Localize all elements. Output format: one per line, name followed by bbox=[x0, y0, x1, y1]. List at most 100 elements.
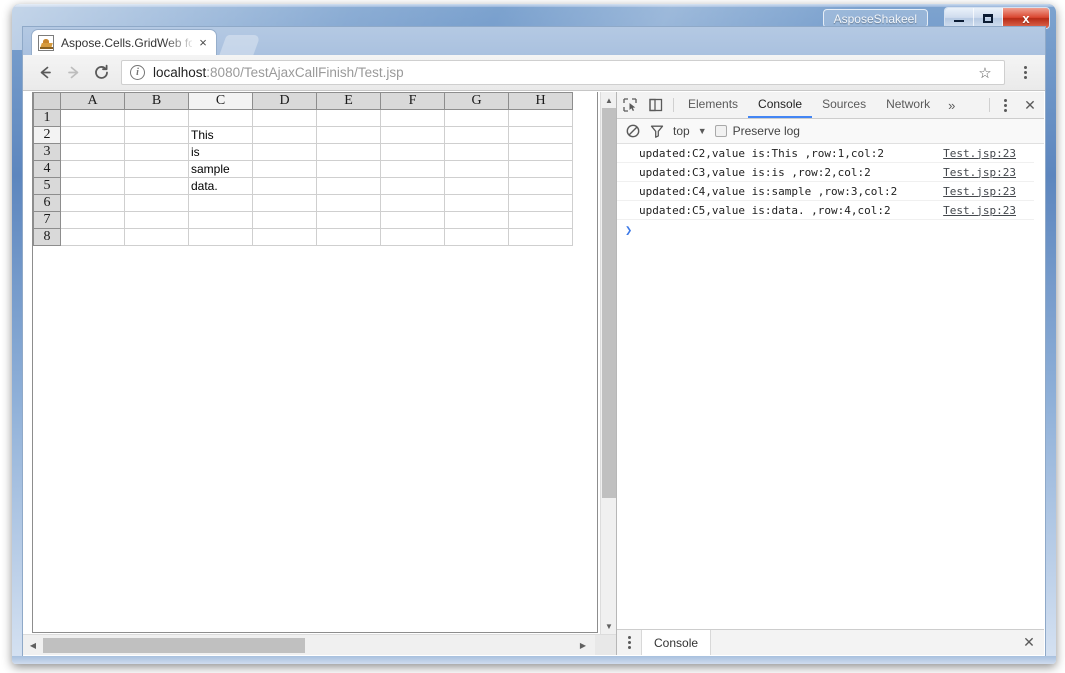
row-header-3[interactable]: 3 bbox=[33, 143, 61, 161]
cell-g4[interactable] bbox=[444, 160, 509, 178]
row-header-4[interactable]: 4 bbox=[33, 160, 61, 178]
cell-d7[interactable] bbox=[252, 211, 317, 229]
drawer-tab-console[interactable]: Console bbox=[641, 630, 712, 655]
console-log-area[interactable]: updated:C2,value is:This ,row:1,col:2 Te… bbox=[617, 144, 1044, 629]
cell-g7[interactable] bbox=[444, 211, 509, 229]
cell-b8[interactable] bbox=[124, 228, 189, 246]
tab-sources[interactable]: Sources bbox=[812, 92, 876, 118]
checkbox-box[interactable] bbox=[714, 125, 727, 137]
scroll-down-arrow-icon[interactable]: ▼ bbox=[601, 618, 616, 634]
address-bar[interactable]: i localhost:8080/TestAjaxCallFinish/Test… bbox=[121, 60, 1005, 85]
cell-c1[interactable] bbox=[188, 109, 253, 127]
cell-d6[interactable] bbox=[252, 194, 317, 212]
cell-b2[interactable] bbox=[124, 126, 189, 144]
column-header-h[interactable]: H bbox=[508, 92, 573, 110]
cell-d5[interactable] bbox=[252, 177, 317, 195]
cell-c4[interactable]: sample bbox=[188, 160, 253, 178]
column-header-e[interactable]: E bbox=[316, 92, 381, 110]
new-tab-button[interactable] bbox=[219, 35, 261, 55]
cell-e4[interactable] bbox=[316, 160, 381, 178]
console-context-selector[interactable]: top bbox=[669, 124, 694, 138]
maximize-button[interactable] bbox=[974, 8, 1003, 28]
more-tabs-chevron-icon[interactable]: » bbox=[940, 92, 963, 118]
scroll-up-arrow-icon[interactable]: ▲ bbox=[601, 92, 616, 108]
cell-a2[interactable] bbox=[60, 126, 125, 144]
row-header-8[interactable]: 8 bbox=[33, 228, 61, 246]
row-header-1[interactable]: 1 bbox=[33, 109, 61, 127]
cell-b1[interactable] bbox=[124, 109, 189, 127]
cell-g2[interactable] bbox=[444, 126, 509, 144]
reload-button[interactable] bbox=[87, 59, 115, 87]
tab-console[interactable]: Console bbox=[748, 92, 813, 118]
device-toolbar-icon[interactable] bbox=[643, 92, 669, 118]
console-log-entry[interactable]: updated:C3,value is:is ,row:2,col:2 Test… bbox=[617, 163, 1044, 182]
cell-b4[interactable] bbox=[124, 160, 189, 178]
cell-c8[interactable] bbox=[188, 228, 253, 246]
column-header-c[interactable]: C bbox=[188, 92, 253, 110]
close-button[interactable]: x bbox=[1003, 8, 1049, 28]
drawer-menu-button[interactable] bbox=[617, 630, 641, 655]
cell-e7[interactable] bbox=[316, 211, 381, 229]
clear-console-icon[interactable] bbox=[621, 124, 645, 138]
cell-b5[interactable] bbox=[124, 177, 189, 195]
cell-c6[interactable] bbox=[188, 194, 253, 212]
cell-g5[interactable] bbox=[444, 177, 509, 195]
cell-f7[interactable] bbox=[380, 211, 445, 229]
cell-c7[interactable] bbox=[188, 211, 253, 229]
cell-e5[interactable] bbox=[316, 177, 381, 195]
spreadsheet-grid[interactable]: A B C D E F G H 1 2 This 3 is 4 sample 5… bbox=[33, 92, 573, 246]
row-header-5[interactable]: 5 bbox=[33, 177, 61, 195]
column-header-g[interactable]: G bbox=[444, 92, 509, 110]
console-vertical-scrollbar[interactable] bbox=[1034, 144, 1044, 629]
cell-b6[interactable] bbox=[124, 194, 189, 212]
chevron-down-icon[interactable]: ▼ bbox=[694, 126, 715, 136]
cell-e1[interactable] bbox=[316, 109, 381, 127]
page-vertical-scrollbar[interactable]: ▲ ▼ bbox=[600, 92, 616, 634]
row-header-6[interactable]: 6 bbox=[33, 194, 61, 212]
cell-b3[interactable] bbox=[124, 143, 189, 161]
cell-h1[interactable] bbox=[508, 109, 573, 127]
cell-a6[interactable] bbox=[60, 194, 125, 212]
drawer-close-icon[interactable]: ✕ bbox=[1014, 630, 1044, 655]
scroll-left-arrow-icon[interactable]: ◀ bbox=[25, 637, 41, 654]
column-header-a[interactable]: A bbox=[60, 92, 125, 110]
cell-f4[interactable] bbox=[380, 160, 445, 178]
devtools-menu-button[interactable] bbox=[994, 92, 1016, 118]
cell-d4[interactable] bbox=[252, 160, 317, 178]
devtools-close-icon[interactable]: ✕ bbox=[1016, 92, 1044, 118]
cell-h4[interactable] bbox=[508, 160, 573, 178]
cell-d2[interactable] bbox=[252, 126, 317, 144]
cell-g6[interactable] bbox=[444, 194, 509, 212]
cell-d1[interactable] bbox=[252, 109, 317, 127]
cell-h2[interactable] bbox=[508, 126, 573, 144]
cell-a8[interactable] bbox=[60, 228, 125, 246]
minimize-button[interactable] bbox=[945, 8, 974, 28]
column-header-b[interactable]: B bbox=[124, 92, 189, 110]
back-button[interactable] bbox=[31, 59, 59, 87]
cell-h7[interactable] bbox=[508, 211, 573, 229]
cell-e6[interactable] bbox=[316, 194, 381, 212]
tab-close-icon[interactable]: × bbox=[196, 36, 210, 50]
console-log-source-link[interactable]: Test.jsp:23 bbox=[943, 147, 1016, 160]
cell-c5[interactable]: data. bbox=[188, 177, 253, 195]
vertical-scrollbar-thumb[interactable] bbox=[602, 108, 616, 498]
console-prompt[interactable]: ❯ bbox=[617, 220, 1044, 240]
cell-h6[interactable] bbox=[508, 194, 573, 212]
filter-icon[interactable] bbox=[645, 124, 669, 138]
cell-g1[interactable] bbox=[444, 109, 509, 127]
cell-e2[interactable] bbox=[316, 126, 381, 144]
scroll-right-arrow-icon[interactable]: ▶ bbox=[575, 637, 591, 654]
cell-h8[interactable] bbox=[508, 228, 573, 246]
row-header-7[interactable]: 7 bbox=[33, 211, 61, 229]
console-log-source-link[interactable]: Test.jsp:23 bbox=[943, 185, 1016, 198]
console-log-entry[interactable]: updated:C2,value is:This ,row:1,col:2 Te… bbox=[617, 144, 1044, 163]
bookmark-star-icon[interactable]: ☆ bbox=[974, 62, 996, 84]
cell-a3[interactable] bbox=[60, 143, 125, 161]
cell-a5[interactable] bbox=[60, 177, 125, 195]
console-log-source-link[interactable]: Test.jsp:23 bbox=[943, 204, 1016, 217]
cell-f2[interactable] bbox=[380, 126, 445, 144]
browser-tab-active[interactable]: Aspose.Cells.GridWeb fo × bbox=[31, 29, 217, 55]
cell-a4[interactable] bbox=[60, 160, 125, 178]
forward-button[interactable] bbox=[59, 59, 87, 87]
cell-f1[interactable] bbox=[380, 109, 445, 127]
